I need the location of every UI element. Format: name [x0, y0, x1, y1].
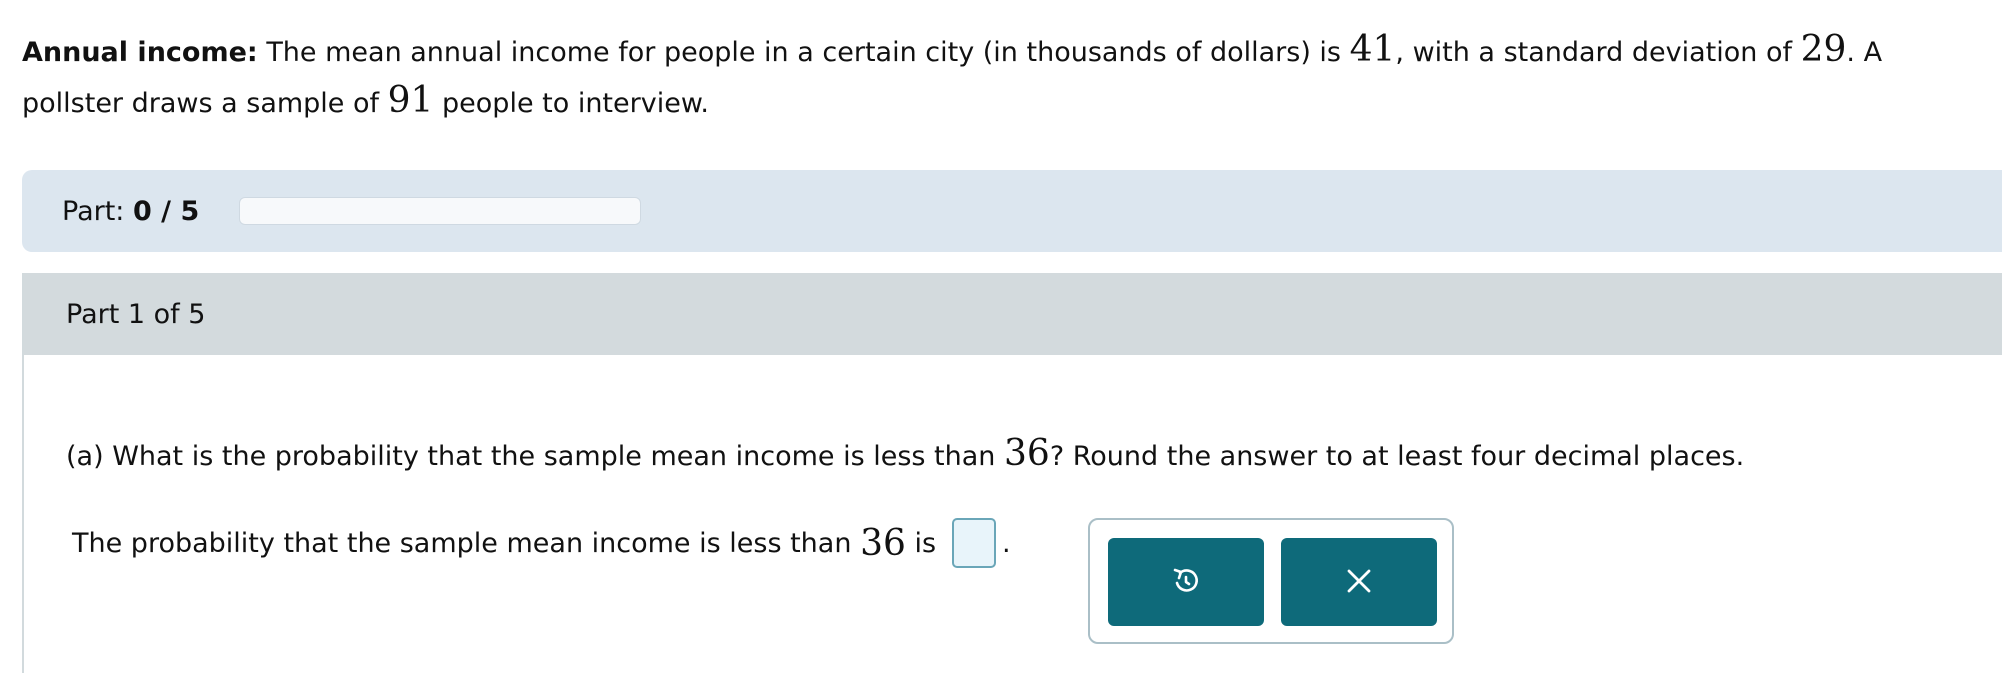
part-label-text: Part: — [62, 195, 125, 227]
answer-text-2: is — [914, 527, 937, 559]
answer-line: The probability that the sample mean inc… — [72, 518, 1011, 568]
undo-icon — [1171, 566, 1201, 599]
close-icon — [1344, 566, 1374, 599]
answer-tools — [1088, 518, 1454, 644]
part-panel: Part 1 of 5 (a) What is the probability … — [22, 273, 2002, 673]
problem-text-1: The mean annual income for people in a c… — [266, 37, 1341, 68]
sample-size-value: 91 — [387, 80, 434, 121]
answer-value: 36 — [860, 522, 906, 564]
part-header-label: Part 1 of 5 — [66, 298, 206, 330]
question-text-2: ? Round the answer to at least four deci… — [1049, 441, 1745, 472]
part-progress-bar: Part: 0 / 5 — [22, 170, 2002, 252]
clear-button[interactable] — [1281, 538, 1437, 626]
problem-text-2: , with a standard deviation of — [1395, 37, 1793, 68]
mean-value: 41 — [1349, 29, 1396, 70]
part-progress-value: 0 / 5 — [133, 195, 200, 227]
answer-period: . — [1002, 527, 1011, 559]
problem-statement: Annual income: The mean annual income fo… — [22, 26, 1982, 128]
problem-text-4: people to interview. — [442, 88, 710, 119]
sd-value: 29 — [1800, 29, 1847, 70]
part-header: Part 1 of 5 — [24, 273, 2002, 355]
part-progress-label: Part: 0 / 5 — [62, 196, 199, 227]
question-text-1: (a) What is the probability that the sam… — [66, 441, 996, 472]
question-text: (a) What is the probability that the sam… — [66, 433, 1744, 474]
probability-answer-input[interactable] — [952, 518, 997, 568]
progress-track — [239, 197, 642, 225]
undo-button[interactable] — [1108, 538, 1264, 626]
question-value: 36 — [1004, 433, 1050, 474]
problem-title: Annual income: — [22, 37, 258, 68]
answer-text-1: The probability that the sample mean inc… — [72, 527, 852, 559]
